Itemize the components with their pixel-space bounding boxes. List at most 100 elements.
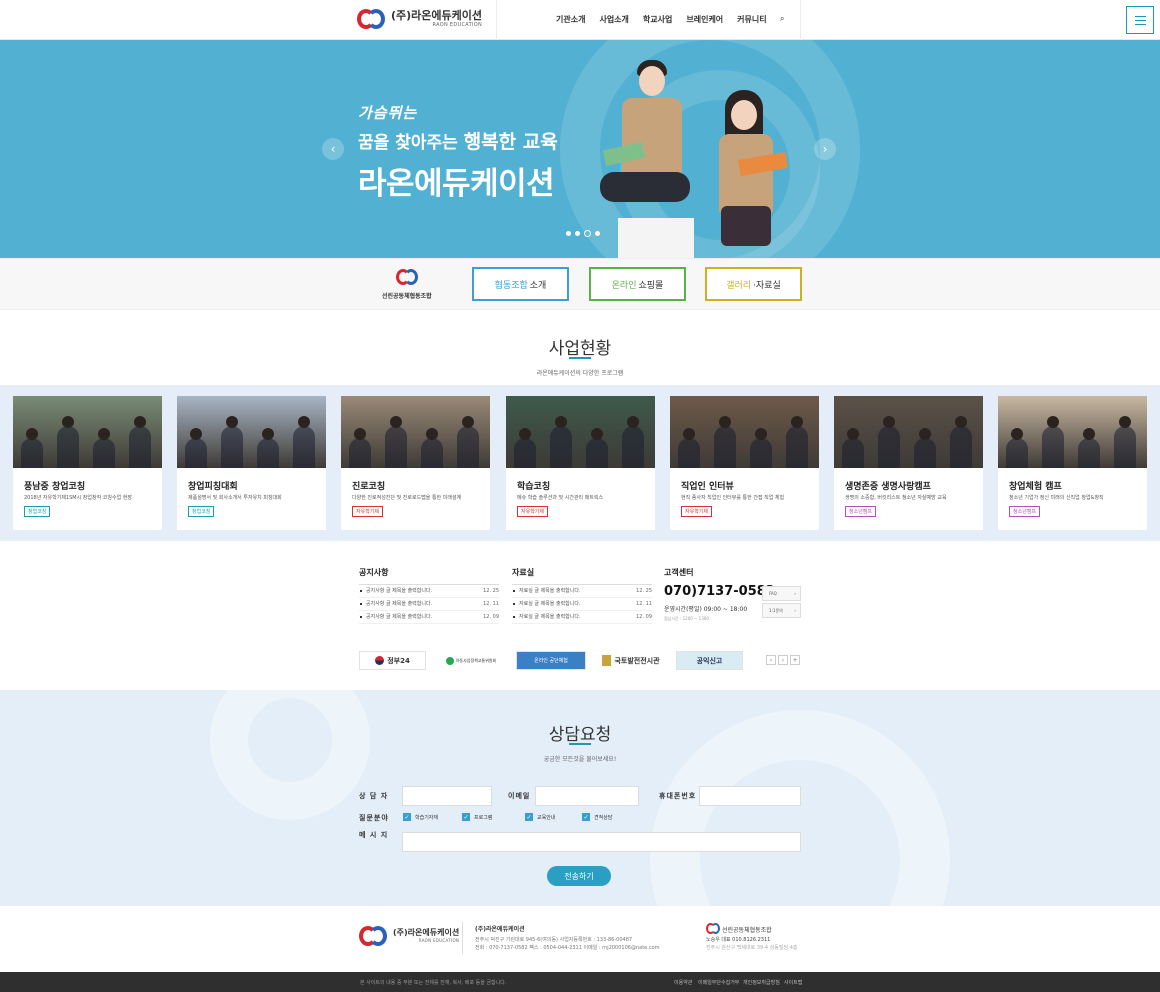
nav-braincare[interactable]: 브레인케어 [686, 14, 723, 25]
nav-school[interactable]: 학교사업 [643, 14, 672, 25]
photo-figure [550, 426, 572, 468]
partner-more-button[interactable]: + [790, 655, 800, 665]
hero-dot[interactable] [584, 230, 591, 237]
terms-link[interactable]: 이용약관 [674, 979, 692, 986]
option-learning-tools[interactable]: ✓ 학습기자재 [403, 813, 438, 821]
partner-national-exhibit[interactable]: 국토발전전시관 [596, 651, 666, 670]
coop-shop-highlight: 온라인 [611, 280, 637, 291]
privacy-link[interactable]: 개인정보취급방침 [743, 979, 780, 986]
hamburger-menu-button[interactable] [1126, 6, 1154, 34]
partner-next-button[interactable]: › [778, 655, 788, 665]
notice-item[interactable]: 공지사항 글 제목을 출력합니다. 12. 09 [359, 611, 499, 624]
message-label: 메 시 지 [359, 831, 389, 839]
business-card-desc: 현직 종사자 직업인 인터뷰를 통한 간접 직업 체험 [681, 495, 785, 501]
faq-button[interactable]: FAQ › [762, 586, 801, 601]
partner-gov24[interactable]: 정부24 [359, 651, 426, 670]
coop-gallery-button[interactable]: 갤러리 ·자료실 [705, 267, 802, 301]
business-card-photo [998, 396, 1147, 468]
partner-child-policy[interactable]: 아동사업정책교통위원회 [436, 651, 506, 670]
photo-figure-head [462, 416, 474, 428]
photo-figure-head [1119, 416, 1131, 428]
photo-figure [57, 426, 79, 468]
photo-figure [1042, 426, 1064, 468]
search-icon[interactable]: ⌕ [780, 14, 784, 24]
hero-copy: 가슴뛰는 꿈을 찾아주는 행복한 교육 라온에듀케이션 [358, 102, 558, 203]
footer-logo[interactable]: (주)라온에듀케이션 RAON EDUCATION [359, 924, 459, 948]
archive-title[interactable]: 자료실 [512, 567, 534, 578]
photo-figure-head [955, 416, 967, 428]
notice-item[interactable]: 공지사항 글 제목을 출력합니다. 12. 11 [359, 598, 499, 611]
photo-figure [714, 426, 736, 468]
photo-figure [21, 438, 43, 468]
option-edu-guide[interactable]: ✓ 교육안내 [525, 813, 555, 821]
notice-item[interactable]: 공지사항 글 제목을 출력합니다. 12. 25 [359, 585, 499, 598]
partner-public-report[interactable]: 공익신고 [676, 651, 743, 670]
nav-community[interactable]: 커뮤니티 [737, 14, 766, 25]
archive-item-text: 자료실 글 제목을 출력합니다. [519, 601, 581, 607]
archive-item[interactable]: 자료실 글 제목을 출력합니다. 12. 09 [512, 611, 652, 624]
name-input[interactable] [402, 786, 492, 806]
qna-label: 1:1문의 [769, 608, 783, 613]
archive-item-date: 12. 25 [636, 588, 652, 594]
business-card[interactable]: 학습코칭 메슈 학습 솔루션과 및 시간관리 매트릭스 자유학기제 [506, 396, 655, 530]
coop-intro-highlight: 협동조합 [494, 280, 528, 291]
business-card[interactable]: 진로코칭 다양한 진로적성진단 및 진로로드맵을 통한 미래설계 자유학기제 [341, 396, 490, 530]
hero-line2: 꿈을 찾아주는 행복한 교육 [358, 127, 558, 154]
notice-item-date: 12. 11 [483, 601, 499, 607]
hero-line2b: 행복한 교육 [463, 131, 558, 153]
coop-shop-rest: 쇼핑몰 [638, 280, 664, 291]
option-estimate[interactable]: ✓ 견적상담 [582, 813, 612, 821]
business-card-photo [177, 396, 326, 468]
logo-mark-icon [357, 7, 385, 31]
footer-company: (주)라온에듀케이션 [475, 926, 525, 933]
option-program[interactable]: ✓ 프로그램 [462, 813, 492, 821]
message-input[interactable] [402, 832, 801, 852]
photo-figure [257, 438, 279, 468]
archive-item[interactable]: 자료실 글 제목을 출력합니다. 12. 11 [512, 598, 652, 611]
nav-about[interactable]: 기관소개 [556, 14, 585, 25]
coop-intro-button[interactable]: 협동조합 소개 [472, 267, 569, 301]
hero-dot[interactable] [575, 231, 580, 236]
business-card-photo [13, 396, 162, 468]
coop-logo[interactable]: 선린공동체협동조합 [382, 269, 432, 300]
hero-dot[interactable] [566, 231, 571, 236]
sitemap-link[interactable]: 사이트맵 [784, 979, 802, 986]
phone-input[interactable] [699, 786, 801, 806]
option-label: 교육안내 [537, 814, 556, 821]
notice-title[interactable]: 공지사항 [359, 567, 388, 578]
site-logo[interactable]: (주)라온에듀케이션 RAON EDUCATION [357, 7, 482, 31]
partner-public-report-label: 공익신고 [696, 656, 723, 665]
phone-label: 휴대폰번호 [659, 792, 697, 800]
no-email-link[interactable]: 이메일무단수집거부 [698, 979, 739, 986]
hero-next-button[interactable]: › [814, 138, 836, 160]
archive-item[interactable]: 자료실 글 제목을 출력합니다. 12. 25 [512, 585, 652, 598]
business-card-title: 생명존중 생명사랑캠프 [845, 482, 931, 492]
photo-figure-head [1047, 416, 1059, 428]
partner-online-exhibit[interactable]: 온라인 공단체험 [516, 651, 586, 670]
qna-button[interactable]: 1:1문의 › [762, 603, 801, 618]
hero-prev-button[interactable]: ‹ [322, 138, 344, 160]
hero-dot[interactable] [595, 231, 600, 236]
hero-line1: 가슴뛰는 [358, 104, 418, 122]
submit-button[interactable]: 전송하기 [547, 866, 611, 886]
business-card[interactable]: 풍남중 창업코칭 2018년 자유학기제1SM시 창업창작 코칭수업 현장 창업코칭 [13, 396, 162, 530]
business-card[interactable]: 직업인 인터뷰 현직 종사자 직업인 인터뷰를 통한 간접 직업 체험 자유학기제 [670, 396, 819, 530]
name-label: 상 담 자 [359, 792, 389, 800]
partner-prev-button[interactable]: ‹ [766, 655, 776, 665]
photo-figure [1006, 438, 1028, 468]
coop-logo-name: 선린공동체협동조합 [382, 293, 432, 300]
footer-bottom-bar: 본 사이트의 내용 중 무분 또는 전체를 전재, 복사, 배포 등을 금합니다… [0, 972, 1160, 992]
coop-shop-button[interactable]: 온라인 쇼핑몰 [589, 267, 686, 301]
email-input[interactable] [535, 786, 639, 806]
photo-figure [842, 438, 864, 468]
business-card-tag: 자유학기제 [352, 506, 384, 517]
business-card[interactable]: 창업체험 캠프 청소년 기업가 정신 미래의 신직업 창업&창직 청소년캠프 [998, 396, 1147, 530]
support-hours: 운영시간(평일) 09:00 ~ 18:00 [664, 606, 748, 613]
photo-figure [1078, 438, 1100, 468]
photo-figure-head [591, 428, 603, 440]
business-card[interactable]: 생명존중 생명사랑캠프 생명의 소중함, 버킷리스트 청소년 자살예방 교육 청소년… [834, 396, 983, 530]
option-label: 학습기자재 [415, 814, 439, 821]
support-phone: 070)7137-0582 [664, 584, 775, 599]
business-card[interactable]: 창업피칭대회 제품설명서 및 회사소개서 투자유치 피칭대회 창업코칭 [177, 396, 326, 530]
nav-business[interactable]: 사업소개 [599, 14, 628, 25]
